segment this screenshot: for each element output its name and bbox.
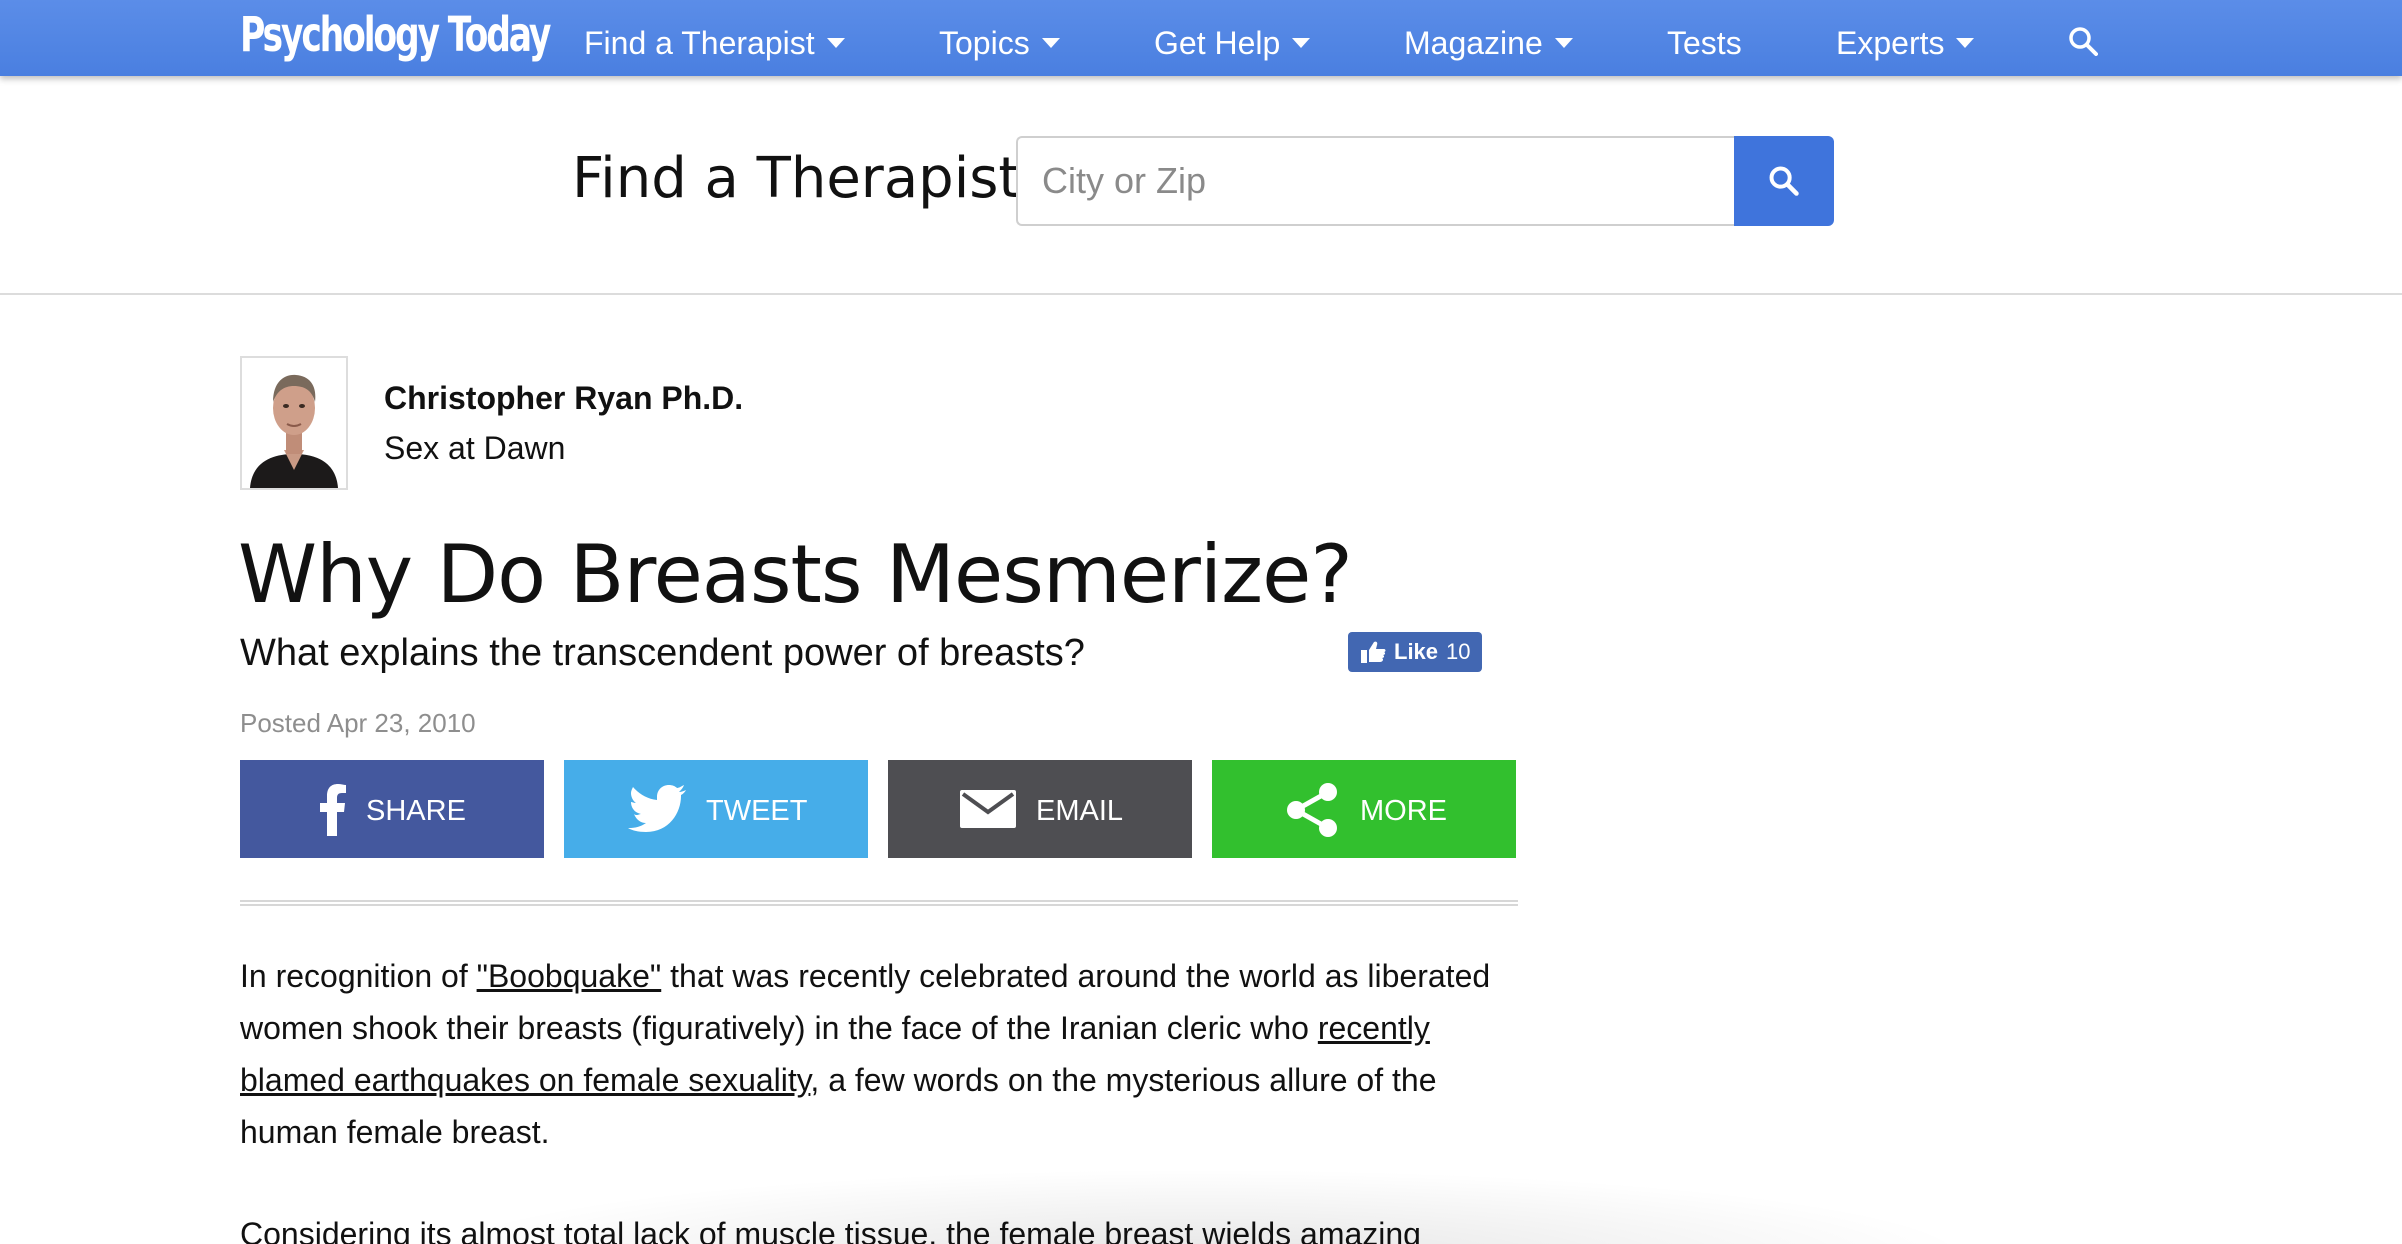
facebook-like-button[interactable]: Like 10: [1348, 632, 1482, 672]
nav-experts[interactable]: Experts: [1836, 0, 1975, 76]
article-paragraph: In recognition of "Boobquake" that was r…: [240, 950, 1530, 1158]
blog-name[interactable]: Sex at Dawn: [384, 430, 565, 467]
top-navbar: Psychology Today Find a Therapist Topics…: [0, 0, 2402, 76]
like-count: 10: [1446, 639, 1471, 664]
nav-item-label: Tests: [1667, 25, 1742, 61]
city-zip-input[interactable]: [1016, 136, 1738, 226]
paragraph-text: In recognition of: [240, 958, 477, 994]
like-label: Like: [1394, 639, 1439, 664]
search-icon[interactable]: [2068, 26, 2098, 56]
more-label: MORE: [1360, 795, 1447, 827]
facebook-share-button[interactable]: SHARE: [240, 760, 544, 858]
therapist-search-button[interactable]: [1734, 136, 1834, 226]
boobquake-link[interactable]: "Boobquake": [477, 958, 662, 994]
site-logo[interactable]: Psychology Today: [240, 4, 551, 66]
nav-item-label: Experts: [1836, 25, 1945, 61]
facebook-icon: [320, 784, 346, 836]
article-paragraph-2: Considering its almost total lack of mus…: [240, 1216, 1421, 1244]
tweet-label: TWEET: [706, 795, 808, 827]
nav-item-label: Find a Therapist: [584, 25, 815, 61]
twitter-share-button[interactable]: TWEET: [564, 760, 868, 858]
email-share-button[interactable]: EMAIL: [888, 760, 1192, 858]
caret-down-icon: [1041, 37, 1060, 48]
nav-find-a-therapist[interactable]: Find a Therapist: [584, 0, 845, 76]
author-avatar[interactable]: [240, 356, 348, 490]
nav-get-help[interactable]: Get Help: [1154, 0, 1311, 76]
nav-item-label: Get Help: [1154, 25, 1281, 61]
envelope-icon: [960, 790, 1016, 828]
nav-tests[interactable]: Tests: [1667, 0, 1742, 76]
thumbs-up-icon: [1361, 641, 1386, 663]
nav-magazine[interactable]: Magazine: [1404, 0, 1573, 76]
email-label: EMAIL: [1036, 795, 1124, 827]
twitter-bird-icon: [628, 785, 686, 832]
search-icon: [1769, 166, 1799, 196]
nav-item-label: Magazine: [1404, 25, 1543, 61]
author-name[interactable]: Christopher Ryan Ph.D.: [384, 380, 743, 417]
share-label: SHARE: [366, 795, 466, 827]
caret-down-icon: [1292, 37, 1311, 48]
nav-item-label: Topics: [939, 25, 1030, 61]
caret-down-icon: [826, 37, 845, 48]
article-subtitle: What explains the transcendent power of …: [240, 632, 1085, 674]
caret-down-icon: [1554, 37, 1573, 48]
find-therapist-title: Find a Therapist: [572, 146, 1021, 211]
posted-date: Posted Apr 23, 2010: [240, 708, 476, 738]
caret-down-icon: [1956, 37, 1975, 48]
header-divider: [0, 293, 2402, 295]
share-icon: [1287, 783, 1337, 837]
more-share-button[interactable]: MORE: [1212, 760, 1516, 858]
nav-topics[interactable]: Topics: [939, 0, 1060, 76]
article-title: Why Do Breasts Mesmerize?: [238, 528, 1353, 621]
section-divider: [240, 900, 1518, 906]
